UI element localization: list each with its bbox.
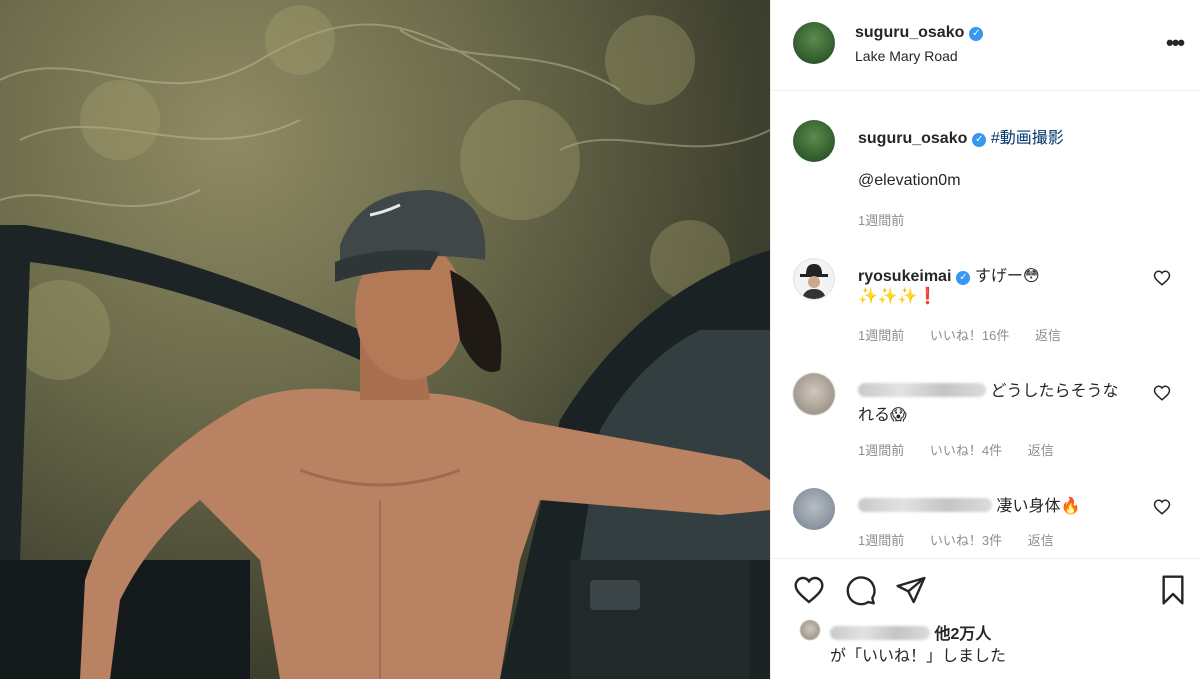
comment-1-reply[interactable]: 返信 (1035, 328, 1061, 343)
comment-2-meta: 1週間前 いいね！4件 返信 (858, 440, 1076, 459)
instagram-post-window: suguru_osako ✓ Lake Mary Road ••• suguru_… (0, 0, 1200, 679)
comment-1-username[interactable]: ryosukeimai (858, 268, 951, 285)
post-location[interactable]: Lake Mary Road (855, 48, 958, 64)
comment-3-likes[interactable]: いいね！3件 (930, 533, 1002, 548)
hat-person-icon (800, 264, 828, 299)
comment-2-text: どうしたらそうな (990, 383, 1119, 400)
comment-1-likes[interactable]: いいね！16件 (930, 328, 1009, 343)
bookmark-icon[interactable] (1158, 574, 1188, 606)
liker-avatar[interactable] (800, 620, 820, 640)
comment-1-line: ryosukeimai ✓ すげー😳 (858, 262, 1040, 286)
caption-line: suguru_osako ✓ #動画撮影 (858, 124, 1064, 148)
verified-icon: ✓ (956, 271, 971, 285)
caption-mention[interactable]: @elevation0m (858, 172, 961, 190)
comment-2-reply[interactable]: 返信 (1028, 443, 1054, 458)
comment-avatar[interactable] (793, 488, 835, 530)
comment-like-heart-icon[interactable] (1153, 498, 1171, 516)
comment-like-heart-icon[interactable] (1153, 384, 1171, 402)
post-photo[interactable] (0, 0, 770, 679)
comment-avatar[interactable] (793, 258, 835, 300)
comment-2-likes[interactable]: いいね！4件 (930, 443, 1002, 458)
actions-divider (770, 558, 1200, 559)
likes-others[interactable]: 他2万人 (934, 626, 991, 643)
comment-2-time[interactable]: 1週間前 (858, 443, 904, 458)
likes-suffix: が「いいね！」しました (830, 648, 1007, 665)
comment-3-username-redacted[interactable] (858, 498, 992, 512)
verified-icon: ✓ (972, 133, 987, 147)
comment-3-reply[interactable]: 返信 (1028, 533, 1054, 548)
author-username-text[interactable]: suguru_osako (855, 24, 964, 41)
comment-2-text-line2: れる😱 (858, 407, 907, 424)
comment-like-heart-icon[interactable] (1153, 269, 1171, 287)
comment-3-text: 凄い身体🔥 (996, 498, 1081, 515)
caption-username[interactable]: suguru_osako (858, 130, 967, 147)
heart-icon[interactable] (793, 574, 825, 606)
comment-1-time[interactable]: 1週間前 (858, 328, 904, 343)
share-icon[interactable] (895, 574, 927, 606)
comment-3-time[interactable]: 1週間前 (858, 533, 904, 548)
comment-1-meta: 1週間前 いいね！16件 返信 (858, 325, 1083, 344)
author-username[interactable]: suguru_osako ✓ (855, 24, 984, 42)
comment-1-text: すげー😳 (974, 268, 1040, 285)
comment-3-line: 凄い身体🔥 (858, 492, 1080, 516)
caption-time[interactable]: 1週間前 (858, 210, 904, 229)
comment-icon[interactable] (845, 574, 877, 606)
comment-avatar[interactable] (793, 373, 835, 415)
author-avatar[interactable] (793, 22, 835, 64)
photo-illustration (0, 5, 770, 679)
liker-username-redacted[interactable] (830, 626, 930, 640)
more-icon[interactable]: ••• (1166, 30, 1185, 56)
caption-hashtag[interactable]: #動画撮影 (991, 130, 1064, 147)
verified-icon: ✓ (969, 27, 984, 41)
likes-summary: 他2万人 (830, 620, 991, 644)
comment-2-line: どうしたらそうな (858, 377, 1118, 401)
header-divider (770, 90, 1200, 91)
comment-1-text-line2: ✨✨✨❗ (858, 288, 938, 305)
comment-2-username-redacted[interactable] (858, 383, 986, 397)
caption-avatar[interactable] (793, 120, 835, 162)
comment-3-meta: 1週間前 いいね！3件 返信 (858, 530, 1076, 549)
